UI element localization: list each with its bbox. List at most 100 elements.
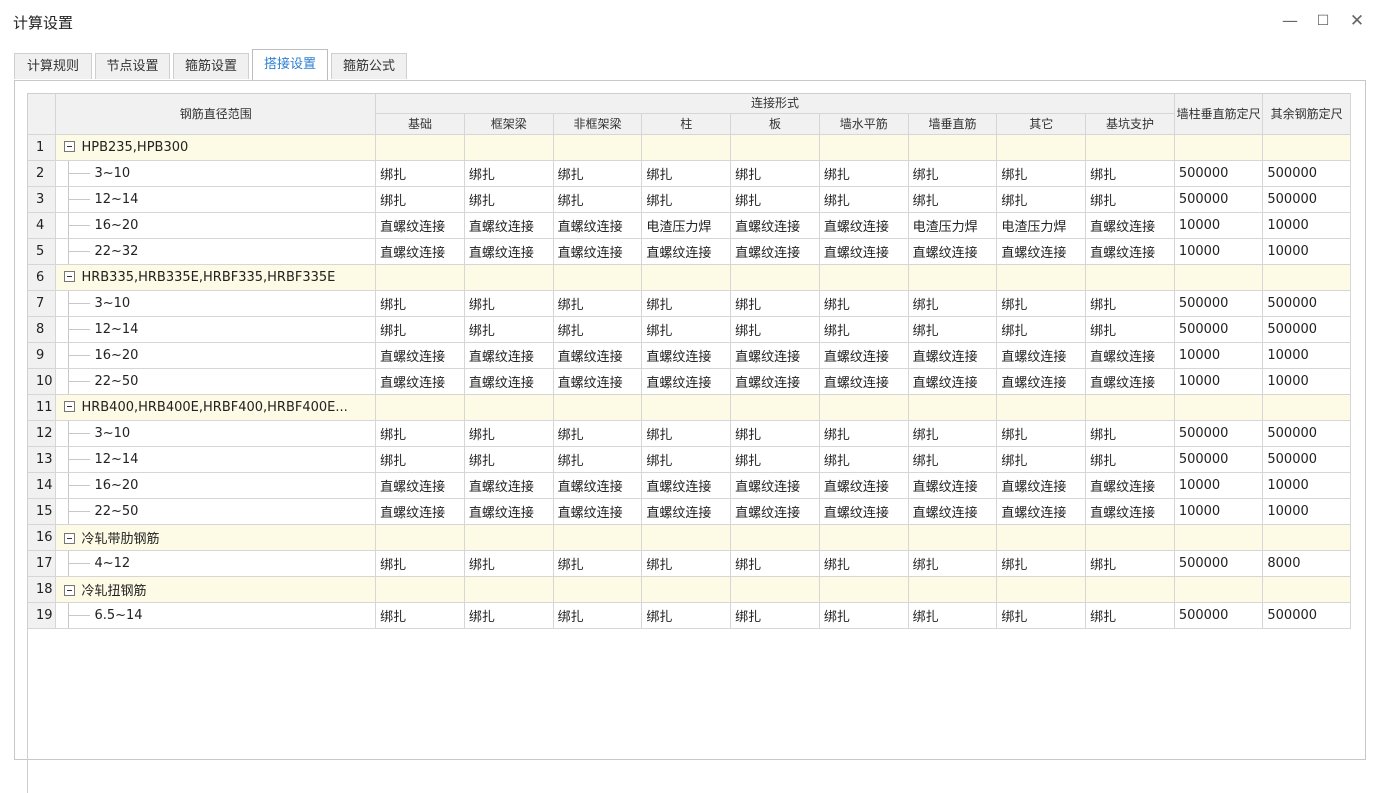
collapse-icon[interactable]	[64, 533, 76, 544]
fixed-length-cell[interactable]: 10000	[1262, 498, 1351, 525]
diameter-range-cell[interactable]: 6.5~14	[55, 602, 377, 629]
connection-type-cell[interactable]: 绑扎	[730, 160, 820, 187]
connection-type-cell[interactable]: 直螺纹连接	[908, 368, 998, 395]
connection-type-cell[interactable]	[730, 524, 820, 551]
connection-type-cell[interactable]: 直螺纹连接	[464, 342, 554, 369]
fixed-length-cell[interactable]: 10000	[1174, 342, 1264, 369]
diameter-range-cell[interactable]: 16~20	[55, 212, 377, 239]
fixed-length-cell[interactable]: 500000	[1174, 316, 1264, 343]
connection-type-cell[interactable]	[908, 524, 998, 551]
connection-type-cell[interactable]	[464, 576, 554, 603]
connection-type-cell[interactable]	[553, 576, 643, 603]
fixed-length-cell[interactable]: 10000	[1174, 498, 1264, 525]
connection-type-cell[interactable]: 直螺纹连接	[553, 498, 643, 525]
connection-type-cell[interactable]	[464, 524, 554, 551]
connection-type-cell[interactable]: 直螺纹连接	[1085, 472, 1175, 499]
connection-type-cell[interactable]	[730, 134, 820, 161]
connection-type-cell[interactable]	[375, 264, 465, 291]
fixed-length-cell[interactable]	[1174, 134, 1264, 161]
connection-type-cell[interactable]: 绑扎	[553, 290, 643, 317]
connection-type-cell[interactable]: 绑扎	[819, 290, 909, 317]
group-row[interactable]: 1 HPB235,HPB300	[28, 134, 1351, 161]
connection-type-cell[interactable]	[908, 576, 998, 603]
table-row[interactable]: 4 16~20 直螺纹连接 直螺纹连接 直螺纹连接 电渣压力焊 直螺纹连接 直螺纹连接 电渣压力…	[28, 212, 1351, 239]
connection-type-cell[interactable]	[996, 394, 1087, 421]
fixed-length-cell[interactable]	[1174, 394, 1264, 421]
connection-type-cell[interactable]: 直螺纹连接	[1085, 342, 1175, 369]
connection-type-cell[interactable]: 绑扎	[464, 550, 554, 577]
connection-type-cell[interactable]	[819, 264, 909, 291]
connection-type-cell[interactable]: 直螺纹连接	[553, 472, 643, 499]
connection-type-cell[interactable]: 直螺纹连接	[996, 238, 1087, 265]
connection-type-cell[interactable]: 绑扎	[819, 446, 909, 473]
connection-type-cell[interactable]: 直螺纹连接	[553, 238, 643, 265]
connection-type-cell[interactable]	[375, 576, 465, 603]
fixed-length-cell[interactable]: 10000	[1262, 238, 1351, 265]
connection-type-cell[interactable]: 直螺纹连接	[819, 342, 909, 369]
connection-type-cell[interactable]: 绑扎	[375, 602, 465, 629]
fixed-length-cell[interactable]: 500000	[1174, 602, 1264, 629]
connection-type-cell[interactable]: 直螺纹连接	[996, 342, 1087, 369]
connection-type-cell[interactable]: 直螺纹连接	[553, 342, 643, 369]
connection-type-cell[interactable]: 绑扎	[641, 160, 732, 187]
connection-type-cell[interactable]	[375, 134, 465, 161]
connection-type-cell[interactable]: 绑扎	[1085, 316, 1175, 343]
connection-type-cell[interactable]: 直螺纹连接	[730, 472, 820, 499]
connection-type-cell[interactable]: 直螺纹连接	[375, 212, 465, 239]
diameter-range-cell[interactable]: 3~10	[55, 420, 377, 447]
connection-type-cell[interactable]: 直螺纹连接	[464, 498, 554, 525]
connection-type-cell[interactable]: 直螺纹连接	[375, 342, 465, 369]
connection-type-cell[interactable]	[464, 134, 554, 161]
connection-type-cell[interactable]	[730, 394, 820, 421]
connection-type-cell[interactable]: 直螺纹连接	[375, 498, 465, 525]
connection-type-cell[interactable]: 绑扎	[908, 290, 998, 317]
group-row[interactable]: 6 HRB335,HRB335E,HRBF335,HRBF335E	[28, 264, 1351, 291]
diameter-range-cell[interactable]: 22~32	[55, 238, 377, 265]
connection-type-cell[interactable]	[641, 134, 732, 161]
diameter-range-cell[interactable]: 3~10	[55, 290, 377, 317]
connection-type-cell[interactable]: 直螺纹连接	[464, 212, 554, 239]
connection-type-cell[interactable]: 直螺纹连接	[819, 498, 909, 525]
connection-type-cell[interactable]: 绑扎	[819, 602, 909, 629]
connection-type-cell[interactable]	[1085, 524, 1175, 551]
connection-type-cell[interactable]: 直螺纹连接	[908, 342, 998, 369]
group-row[interactable]: 18 冷轧扭钢筋	[28, 576, 1351, 603]
connection-type-cell[interactable]: 绑扎	[730, 446, 820, 473]
fixed-length-cell[interactable]	[1174, 576, 1264, 603]
diameter-range-cell[interactable]: 22~50	[55, 368, 377, 395]
table-row[interactable]: 7 3~10 绑扎 绑扎 绑扎 绑扎 绑扎 绑扎 绑扎 绑扎 绑扎 500000 500000	[28, 290, 1351, 317]
diameter-range-cell[interactable]: 12~14	[55, 186, 377, 213]
connection-type-cell[interactable]: 直螺纹连接	[1085, 368, 1175, 395]
minimize-icon[interactable]: —	[1280, 10, 1300, 32]
connection-type-cell[interactable]: 直螺纹连接	[641, 238, 732, 265]
fixed-length-cell[interactable]: 500000	[1262, 186, 1351, 213]
connection-type-cell[interactable]: 绑扎	[464, 316, 554, 343]
connection-type-cell[interactable]: 绑扎	[730, 316, 820, 343]
connection-type-cell[interactable]: 绑扎	[553, 316, 643, 343]
connection-type-cell[interactable]: 绑扎	[996, 186, 1087, 213]
diameter-range-cell[interactable]: 冷轧带肋钢筋	[55, 524, 377, 551]
connection-type-cell[interactable]: 绑扎	[375, 290, 465, 317]
connection-type-cell[interactable]: 直螺纹连接	[996, 498, 1087, 525]
connection-type-cell[interactable]: 直螺纹连接	[730, 342, 820, 369]
table-row[interactable]: 13 12~14 绑扎 绑扎 绑扎 绑扎 绑扎 绑扎 绑扎 绑扎 绑扎 500000 500000	[28, 446, 1351, 473]
connection-type-cell[interactable]: 直螺纹连接	[819, 212, 909, 239]
tab-stirrup-formula[interactable]: 箍筋公式	[331, 53, 407, 79]
connection-type-cell[interactable]: 直螺纹连接	[641, 498, 732, 525]
connection-type-cell[interactable]	[730, 264, 820, 291]
connection-type-cell[interactable]: 绑扎	[1085, 290, 1175, 317]
table-row[interactable]: 8 12~14 绑扎 绑扎 绑扎 绑扎 绑扎 绑扎 绑扎 绑扎 绑扎 500000 500000	[28, 316, 1351, 343]
connection-type-cell[interactable]: 绑扎	[819, 186, 909, 213]
tab-lap-settings[interactable]: 搭接设置	[252, 49, 328, 81]
connection-type-cell[interactable]	[996, 524, 1087, 551]
connection-type-cell[interactable]: 绑扎	[819, 160, 909, 187]
collapse-icon[interactable]	[64, 141, 76, 152]
connection-type-cell[interactable]: 直螺纹连接	[464, 368, 554, 395]
fixed-length-cell[interactable]: 10000	[1262, 212, 1351, 239]
connection-type-cell[interactable]: 直螺纹连接	[553, 368, 643, 395]
connection-type-cell[interactable]	[996, 134, 1087, 161]
connection-type-cell[interactable]: 绑扎	[908, 550, 998, 577]
connection-type-cell[interactable]	[553, 264, 643, 291]
connection-type-cell[interactable]: 绑扎	[641, 316, 732, 343]
table-row[interactable]: 9 16~20 直螺纹连接 直螺纹连接 直螺纹连接 直螺纹连接 直螺纹连接 直螺纹连接 直螺纹连…	[28, 342, 1351, 369]
